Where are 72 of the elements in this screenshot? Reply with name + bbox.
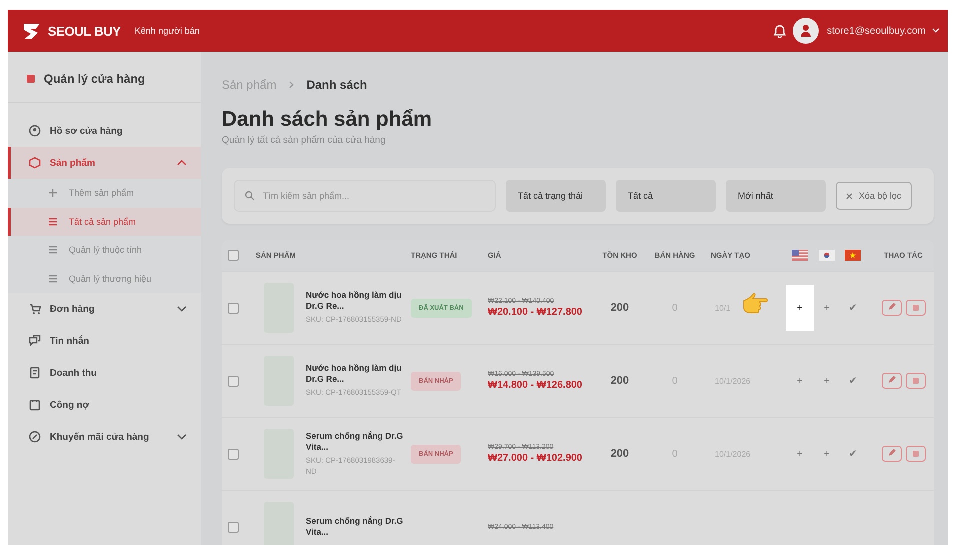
row-checkbox[interactable]: [228, 448, 239, 460]
vietnam-flag-icon: [845, 250, 861, 261]
search-field[interactable]: Tìm kiếm sản phẩm...: [234, 180, 496, 212]
delete-button[interactable]: [906, 446, 926, 462]
chevron-up-icon: [177, 160, 187, 166]
sidebar-item[interactable]: Công nợ: [8, 389, 201, 421]
breadcrumb-item: Danh sách: [306, 78, 368, 92]
portal-subtitle: Kênh người bán: [134, 26, 200, 36]
sale-price: ₩20.100 - ₩127.800: [488, 307, 582, 318]
list-icon: [49, 246, 57, 254]
caret-icon[interactable]: [932, 28, 940, 34]
logo-icon: [22, 22, 42, 40]
filter-dropdown[interactable]: Tất cả trạng thái: [506, 180, 606, 212]
stock-count: 200: [610, 302, 630, 314]
cart-icon: [29, 303, 41, 315]
add-translation-button[interactable]: +: [824, 376, 830, 386]
user-menu[interactable]: store1@seoulbuy.com: [827, 26, 926, 36]
product-name[interactable]: Nước hoa hồng làm dịu Dr.G Re...: [306, 363, 405, 386]
edit-button[interactable]: [882, 373, 902, 389]
sidebar-title: Quản lý cửa hàng: [44, 72, 146, 86]
translation-status[interactable]: ✔: [849, 375, 857, 387]
add-translation-button[interactable]: +: [824, 302, 830, 314]
product-name[interactable]: Serum chống nắng Dr.G Vita...: [306, 430, 405, 454]
page-title: Danh sách sản phẩm: [222, 108, 434, 132]
sidebar-item[interactable]: Đơn hàng: [8, 293, 201, 325]
plus-icon: [49, 189, 57, 198]
document-icon: [29, 367, 41, 379]
product-name[interactable]: Nước hoa hồng làm dịu Dr.G Re...: [306, 290, 405, 312]
delete-button[interactable]: [906, 373, 926, 389]
sidebar-item[interactable]: Hồ sơ cửa hàng: [8, 115, 201, 147]
korea-flag-icon: [819, 250, 835, 261]
chevron-down-icon: [177, 306, 187, 312]
sale-price: ₩27.000 - ₩102.900: [488, 453, 582, 464]
stock-count: 200: [610, 448, 630, 460]
box-icon: [29, 157, 41, 169]
sidebar-item[interactable]: Sản phẩm: [8, 147, 201, 179]
sidebar-item[interactable]: Khuyến mãi cửa hàng: [8, 421, 201, 453]
add-translation-button[interactable]: +: [786, 285, 814, 331]
translation-status[interactable]: ✔: [849, 448, 857, 460]
row-checkbox[interactable]: [228, 376, 239, 386]
bell-icon[interactable]: [773, 24, 788, 38]
avatar-icon[interactable]: [793, 18, 820, 44]
row-checkbox[interactable]: [228, 522, 239, 532]
sidebar-subitem[interactable]: Tất cả sản phẩm: [8, 208, 201, 236]
delete-button[interactable]: [906, 300, 926, 316]
edit-button[interactable]: [882, 300, 902, 316]
row-checkbox[interactable]: [228, 302, 239, 314]
filter-dropdown[interactable]: Tất cả: [616, 180, 716, 212]
list-icon: [49, 218, 57, 226]
chevron-right-icon: [288, 81, 295, 89]
search-icon: [245, 191, 255, 201]
sidebar-item[interactable]: Tin nhắn: [8, 325, 201, 357]
us-flag-icon: [792, 250, 808, 261]
edit-button[interactable]: [882, 446, 902, 462]
profile-icon: [29, 125, 41, 137]
sale-price: ₩14.800 - ₩126.800: [488, 380, 582, 391]
chat-icon: [29, 335, 41, 347]
clear-filter-button[interactable]: Xóa bộ lọc: [836, 182, 912, 210]
translation-status[interactable]: ✔: [849, 302, 857, 314]
add-translation-button[interactable]: +: [824, 448, 830, 460]
filter-dropdown[interactable]: Mới nhất: [726, 180, 826, 212]
list-icon: [49, 274, 57, 283]
select-all-checkbox[interactable]: [228, 250, 239, 261]
add-translation-button[interactable]: +: [797, 448, 803, 460]
stock-count: 200: [610, 375, 630, 387]
add-translation-button[interactable]: +: [797, 376, 803, 386]
chevron-down-icon: [177, 434, 187, 440]
sidebar-item[interactable]: Doanh thu: [8, 357, 201, 389]
close-icon: [846, 192, 853, 200]
product-name[interactable]: Serum chống nắng Dr.G Vita...: [306, 516, 405, 538]
brand-name: SEOUL BUY: [48, 24, 121, 38]
page-subtitle: Quản lý tất cả sản phẩm của cửa hàng: [222, 135, 387, 146]
